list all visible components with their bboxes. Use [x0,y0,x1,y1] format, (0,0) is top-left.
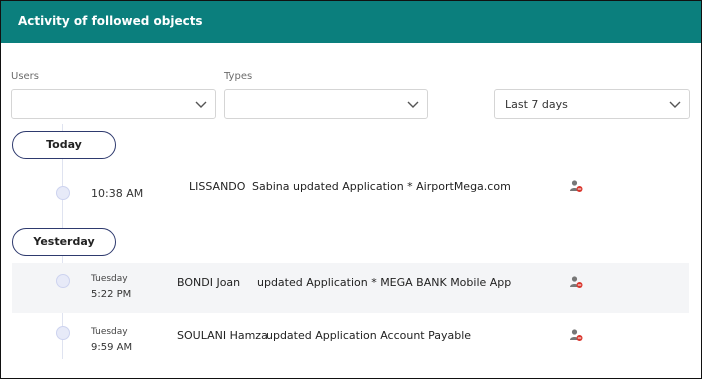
activity-row: Tuesday 9:59 AM SOULANI Hamza updated Ap… [12,315,689,365]
types-filter-label: Types [224,71,253,82]
activity-description[interactable]: Sabina updated Application * AirportMega… [252,180,511,193]
timeline-dot [56,326,70,340]
activity-time: 9:59 AM [91,342,133,353]
activity-panel: Activity of followed objects Users Types… [0,0,702,379]
activity-row: Tuesday 5:22 PM BONDI Joan updated Appli… [12,263,689,313]
user-remove-icon[interactable] [569,275,583,289]
types-select[interactable] [224,89,428,119]
period-select-value: Last 7 days [505,98,568,111]
activity-user[interactable]: SOULANI Hamza [177,329,268,342]
panel-header: Activity of followed objects [1,1,701,43]
activity-day: Tuesday [91,327,128,337]
group-header-yesterday: Yesterday [12,228,116,256]
period-select[interactable]: Last 7 days [494,89,690,119]
chevron-down-icon [669,101,681,108]
group-label: Today [46,138,82,151]
activity-user[interactable]: BONDI Joan [177,276,240,289]
activity-row: 10:38 AM LISSANDO Sabina updated Applica… [12,168,689,218]
activity-time: 5:22 PM [91,289,132,300]
chevron-down-icon [195,101,207,108]
user-remove-icon[interactable] [569,179,583,193]
activity-description[interactable]: updated Application Account Payable [266,329,471,342]
activity-user[interactable]: LISSANDO [189,180,245,193]
timeline-dot [56,186,70,200]
activity-day: Tuesday [91,274,128,284]
timeline-dot [56,274,70,288]
chevron-down-icon [407,101,419,108]
activity-time: 10:38 AM [91,187,144,200]
group-label: Yesterday [33,235,95,248]
user-remove-icon[interactable] [569,328,583,342]
activity-description[interactable]: updated Application * MEGA BANK Mobile A… [257,276,511,289]
group-header-today: Today [12,131,116,159]
users-select[interactable] [11,89,216,119]
panel-title: Activity of followed objects [18,14,203,28]
users-filter-label: Users [11,71,40,82]
